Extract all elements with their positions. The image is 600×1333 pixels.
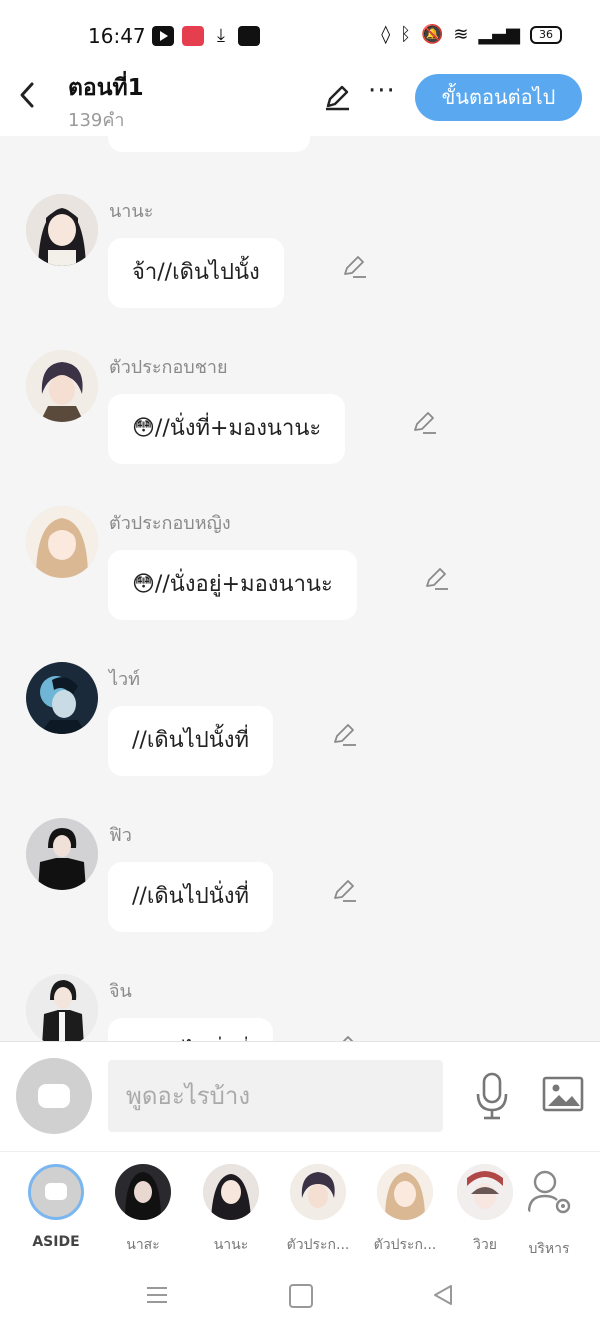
character-label: นาสะ (126, 1237, 160, 1253)
edit-message-icon[interactable] (330, 1032, 358, 1041)
back-arrow-icon[interactable] (16, 80, 40, 110)
message-bubble[interactable]: //เดินไปนั่งที่ (108, 1018, 273, 1041)
character-selector: ASIDE นาสะ นานะ ตัวประก... ตัวประก... วิ… (0, 1151, 600, 1267)
avatar (115, 1164, 171, 1220)
mute-icon: 🔕 (420, 24, 444, 45)
avatar (203, 1164, 259, 1220)
edit-message-icon[interactable] (422, 564, 450, 592)
home-icon[interactable] (289, 1284, 313, 1308)
page-title: ตอนที่1 (68, 75, 144, 101)
webtoon-icon (238, 26, 260, 46)
avatar (290, 1164, 346, 1220)
chat-message: จิน //เดินไปนั่งที่ (0, 974, 600, 1041)
edit-message-icon[interactable] (330, 720, 358, 748)
chat-message: นานะ จ้า//เดินไปนั้ง (0, 194, 600, 334)
character-label: ตัวประก... (286, 1237, 350, 1253)
character-item[interactable]: ตัวประก... (279, 1164, 357, 1256)
previous-message-bubble (108, 136, 310, 152)
next-step-button[interactable]: ขั้นตอนต่อไป (415, 74, 582, 121)
aside-icon (38, 1084, 70, 1108)
avatar[interactable] (26, 194, 98, 266)
character-label: ตัวประก... (373, 1237, 437, 1253)
manage-users-icon (527, 1170, 571, 1214)
avatar[interactable] (26, 974, 98, 1041)
chat-message: ไวท์ //เดินไปนั้งที่ (0, 662, 600, 802)
avatar[interactable] (26, 818, 98, 890)
edit-message-icon[interactable] (330, 876, 358, 904)
character-name: ฟิว (109, 825, 132, 846)
battery-icon: 36 (530, 25, 562, 44)
character-item[interactable]: นาสะ (104, 1164, 182, 1256)
character-name: นานะ (109, 201, 154, 222)
message-bubble[interactable]: //เดินไปนั่งที่ (108, 862, 273, 932)
character-item[interactable]: ตัวประก... (366, 1164, 444, 1256)
status-app-icons: ⤓ (152, 26, 260, 46)
message-bubble[interactable]: 😳//นั่งที่+มองนานะ (108, 394, 346, 464)
message-bubble[interactable]: //เดินไปนั้งที่ (108, 706, 273, 776)
character-name: ไวท์ (109, 669, 141, 690)
edit-message-icon[interactable] (340, 252, 368, 280)
menu-icon[interactable] (146, 1286, 168, 1304)
character-label: บริหาร (528, 1241, 570, 1257)
header: ตอนที่1 139คำ ··· ขั้นตอนต่อไป (0, 70, 600, 136)
wifi-icon: ≋ (453, 24, 469, 45)
character-item[interactable]: นานะ (192, 1164, 270, 1256)
character-label: ASIDE (32, 1234, 80, 1250)
message-input[interactable]: พูดอะไรบ้าง (108, 1060, 443, 1132)
message-bubble[interactable]: 😳//นั่งอยู่+มองนานะ (108, 550, 357, 620)
edit-message-icon[interactable] (410, 408, 438, 436)
status-time: 16:47 (88, 24, 146, 48)
signal-icon: ▂▄▆ (478, 24, 520, 45)
aside-avatar (28, 1164, 84, 1220)
drop-icon: ◊ (381, 24, 391, 45)
manage-characters-button[interactable]: บริหาร (510, 1164, 588, 1260)
system-nav-bar (0, 1266, 600, 1333)
aside-toggle-button[interactable] (16, 1058, 92, 1134)
chat-message: ฟิว //เดินไปนั่งที่ (0, 818, 600, 958)
avatar[interactable] (26, 506, 98, 578)
status-system-icons: ◊ ᛒ 🔕 ≋ ▂▄▆ 36 (381, 24, 562, 45)
message-bubble[interactable]: จ้า//เดินไปนั้ง (108, 238, 284, 308)
chat-area[interactable]: นานะ จ้า//เดินไปนั้ง ตัวประกอบชาย 😳//นั่… (0, 136, 600, 1041)
character-name: ตัวประกอบหญิง (109, 513, 231, 534)
message-input-bar: พูดอะไรบ้าง (0, 1041, 600, 1152)
status-bar: 16:47 ⤓ ◊ ᛒ 🔕 ≋ ▂▄▆ 36 (0, 0, 600, 70)
character-aside[interactable]: ASIDE (17, 1164, 95, 1250)
chat-message: ตัวประกอบชาย 😳//นั่งที่+มองนานะ (0, 350, 600, 490)
character-label: นานะ (213, 1237, 249, 1253)
back-triangle-icon[interactable] (432, 1284, 454, 1306)
chat-message: ตัวประกอบหญิง 😳//นั่งอยู่+มองนานะ (0, 506, 600, 646)
edit-pencil-icon[interactable] (322, 82, 352, 112)
download-icon: ⤓ (217, 25, 225, 46)
character-name: ตัวประกอบชาย (109, 357, 228, 378)
avatar (457, 1164, 513, 1220)
microphone-icon[interactable] (474, 1072, 510, 1120)
image-icon[interactable] (542, 1076, 584, 1112)
bluetooth-icon: ᛒ (400, 24, 411, 45)
avatar[interactable] (26, 350, 98, 422)
avatar (377, 1164, 433, 1220)
manga-app-icon (182, 26, 204, 46)
youtube-icon (152, 26, 174, 46)
character-name: จิน (109, 981, 132, 1002)
word-count: 139คำ (68, 110, 125, 131)
avatar[interactable] (26, 662, 98, 734)
more-options-icon[interactable]: ··· (368, 76, 396, 106)
